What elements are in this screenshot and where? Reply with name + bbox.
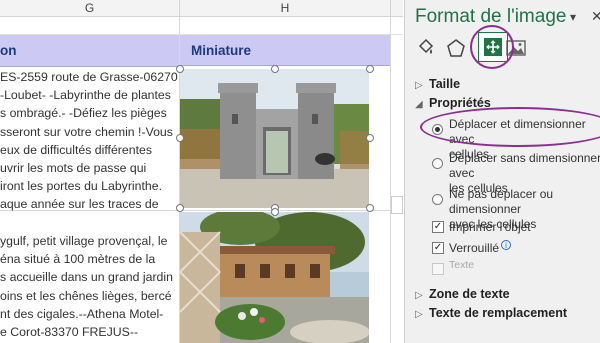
- cell-line: sseront sur votre chemin !-Vous: [0, 124, 173, 139]
- chevron-down-icon[interactable]: ▾: [570, 10, 576, 24]
- cell-line: nt des cigales.--Athena Motel-: [0, 306, 164, 321]
- thumbnail-motel-image[interactable]: [180, 212, 369, 343]
- column-header-g[interactable]: G: [0, 0, 180, 17]
- resize-handle[interactable]: [271, 208, 279, 216]
- cell-line: eux de difficultés différentes: [0, 142, 152, 157]
- section-label: Taille: [429, 77, 461, 91]
- resize-handle[interactable]: [366, 134, 374, 142]
- empty-row[interactable]: [0, 17, 403, 35]
- chevron-down-icon: ◢: [415, 99, 423, 110]
- checkbox-lock-text: [432, 263, 444, 275]
- checkbox-label: Imprimer l'objet: [449, 220, 531, 234]
- grid-line: [390, 17, 391, 343]
- resize-handle[interactable]: [176, 134, 184, 142]
- radio-dont-move-size[interactable]: [432, 194, 443, 205]
- chevron-right-icon: ▷: [415, 309, 423, 320]
- highlight-oval-option: [420, 107, 600, 147]
- cell-line: ygulf, petit village provençal, le: [0, 234, 168, 248]
- chevron-right-icon: ▷: [415, 80, 423, 91]
- chevron-right-icon: ▷: [415, 290, 423, 301]
- cell-line: aque année sur les traces de: [0, 197, 159, 212]
- cell-line: -Loubet- -Labyrinthe de plantes: [0, 88, 171, 103]
- cell-line: s accueille dans un grand jardin: [0, 270, 173, 285]
- cell-line: ES-2559 route de Grasse-06270: [0, 70, 178, 84]
- spreadsheet-area[interactable]: G H on Miniature ES-2559 route de Grasse…: [0, 0, 403, 343]
- format-picture-pane: Format de l'image ▾ ✕ ▷Taille ◢Propriété…: [404, 0, 600, 343]
- option-label: Ne pas déplacer ou dimensionner: [449, 187, 554, 216]
- cell-line: s ombragé.- -Défiez les pièges: [0, 106, 167, 121]
- section-label: Texte de remplacement: [429, 306, 568, 320]
- checkbox-locked[interactable]: ✓: [432, 242, 444, 254]
- resize-handle[interactable]: [366, 204, 374, 212]
- resize-handle[interactable]: [176, 204, 184, 212]
- section-zone-texte[interactable]: ▷ Zone de texte: [415, 287, 510, 301]
- column-header-next[interactable]: [391, 0, 403, 17]
- thumbnail-castle-image[interactable]: [180, 69, 369, 208]
- cell-description-2[interactable]: ygulf, petit village provençal, le éna s…: [0, 232, 179, 341]
- header-cell-g[interactable]: on: [0, 35, 180, 67]
- cell-line: éna situé à 100 mètres de la: [0, 252, 156, 267]
- highlight-circle-tab: [470, 25, 514, 69]
- checkbox-label: Verrouillé: [449, 241, 500, 255]
- column-header-h[interactable]: H: [180, 0, 391, 17]
- section-taille[interactable]: ▷ Taille: [415, 77, 460, 91]
- option-label: Déplacer sans dimensionner avec: [449, 151, 600, 180]
- effects-icon[interactable]: [446, 38, 466, 58]
- cell-line: e Corot-83370 FREJUS--: [0, 325, 139, 340]
- close-icon[interactable]: ✕: [591, 8, 600, 25]
- resize-handle[interactable]: [176, 65, 184, 73]
- cell-line: uvrir les mots de passe qui: [0, 161, 147, 176]
- section-label: Zone de texte: [429, 287, 510, 301]
- radio-move-no-size[interactable]: [432, 158, 443, 169]
- cell-line: iront les portes du Labyrinthe.: [0, 179, 163, 194]
- checkbox-print-object[interactable]: ✓: [432, 221, 444, 233]
- resize-handle[interactable]: [366, 65, 374, 73]
- castle-picture: [180, 69, 369, 208]
- scrollbar-fragment[interactable]: [391, 196, 403, 214]
- cell-description-1[interactable]: ES-2559 route de Grasse-06270 -Loubet- -…: [0, 68, 179, 214]
- resize-handle[interactable]: [271, 65, 279, 73]
- info-icon[interactable]: i: [501, 240, 511, 250]
- checkbox-label-disabled: Texte: [449, 259, 475, 271]
- cell-line: oins et les chênes lièges, bercé: [0, 288, 172, 303]
- header-cell-miniature[interactable]: Miniature: [180, 35, 390, 66]
- section-texte-remplacement[interactable]: ▷ Texte de remplacement: [415, 306, 567, 320]
- motel-picture: [180, 212, 369, 343]
- fill-line-icon[interactable]: [416, 38, 436, 58]
